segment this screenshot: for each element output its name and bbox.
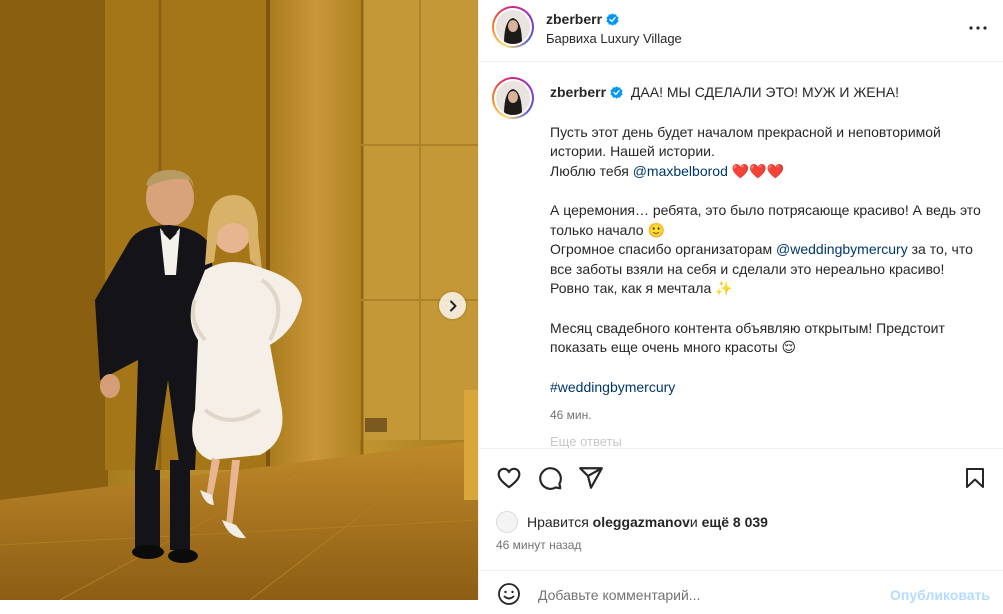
liker-avatar[interactable] — [496, 511, 518, 533]
publish-comment-button[interactable]: Опубликовать — [890, 587, 990, 603]
mention-weddingbymercury[interactable]: @weddingbymercury — [776, 241, 908, 257]
caption-paragraph-3: Месяц свадебного контента объявляю откры… — [550, 319, 945, 356]
likes-count[interactable]: ещё 8 039 — [702, 514, 768, 530]
caption-paragraph-2: А церемония… ребята, это было потрясающе… — [550, 202, 981, 296]
emoji-icon — [498, 583, 520, 605]
emoji-button[interactable] — [497, 582, 521, 609]
wedding-photo-image — [0, 0, 478, 600]
comments-section: zberberr ДАА! МЫ СДЕЛАЛИ ЭТО! МУЖ И ЖЕНА… — [479, 63, 1003, 448]
author-avatar[interactable] — [492, 6, 534, 48]
author-avatar-image — [496, 10, 530, 44]
view-replies-link[interactable]: Еще ответы — [550, 434, 622, 448]
caption-time: 46 мин. — [550, 408, 592, 422]
comment-button[interactable] — [537, 465, 563, 494]
more-icon — [969, 26, 987, 30]
hearts-emoji: ❤️❤️❤️ — [731, 162, 785, 179]
caption-headline: ДАА! МЫ СДЕЛАЛИ ЭТО! МУЖ И ЖЕНА! — [630, 84, 899, 100]
post-photo[interactable] — [0, 0, 478, 600]
caption-author-avatar-image — [496, 81, 530, 115]
save-button[interactable] — [963, 465, 987, 494]
action-bar — [479, 448, 1003, 508]
add-comment-bar: Опубликовать — [479, 570, 1003, 614]
post-details-panel: zberberr Барвиха Luxury Village zberberr… — [478, 0, 1003, 605]
liker-username[interactable]: oleggazmanov — [593, 514, 690, 530]
caption-author-avatar[interactable] — [492, 77, 534, 119]
next-photo-button[interactable] — [439, 292, 466, 319]
chevron-right-icon — [449, 300, 456, 311]
instagram-post: zberberr Барвиха Luxury Village zberberr… — [0, 0, 1003, 605]
location-link[interactable]: Барвиха Luxury Village — [546, 31, 682, 46]
hashtag-link[interactable]: #weddingbymercury — [550, 379, 675, 395]
comment-icon — [539, 467, 562, 490]
author-username[interactable]: zberberr — [546, 11, 619, 27]
bookmark-icon — [966, 468, 984, 488]
share-icon — [579, 467, 603, 489]
verified-badge-icon — [610, 86, 623, 99]
caption-username[interactable]: zberberr — [550, 84, 623, 100]
post-header: zberberr Барвиха Luxury Village — [479, 0, 1003, 62]
caption-paragraph-1: Пусть этот день будет началом прекрасной… — [550, 123, 941, 179]
heart-icon — [497, 467, 521, 489]
more-options-button[interactable] — [966, 16, 990, 43]
comment-input[interactable] — [538, 587, 878, 603]
post-timestamp[interactable]: 46 минут назад — [496, 538, 581, 552]
mention-maxbelborod[interactable]: @maxbelborod — [633, 163, 728, 179]
verified-badge-icon — [606, 13, 619, 26]
like-button[interactable] — [496, 465, 522, 494]
likes-summary: Нравится oleggazmanov и ещё 8 039 — [496, 511, 768, 533]
share-button[interactable] — [578, 465, 604, 494]
post-caption: zberberr ДАА! МЫ СДЕЛАЛИ ЭТО! МУЖ И ЖЕНА… — [550, 83, 985, 426]
